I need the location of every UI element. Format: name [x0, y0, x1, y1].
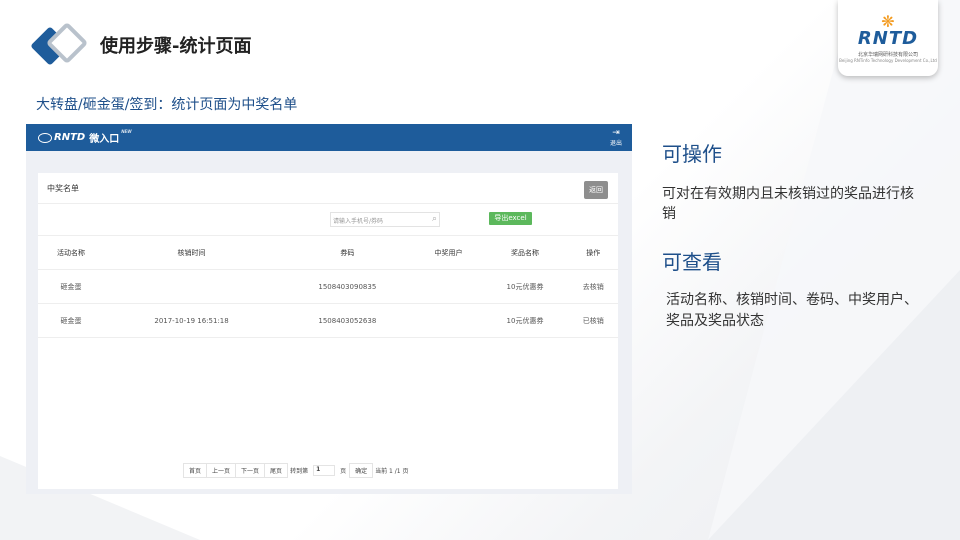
panel-header: 中奖名单 返回 — [38, 173, 618, 203]
table-row: 砸金蛋 1508403090835 10元优惠券 去核销 — [38, 269, 618, 304]
slide-title-row: 使用步骤-统计页面 — [30, 21, 252, 68]
winner-list-panel: 中奖名单 返回 请输入手机号/券码 ⌕ 导出excel 活动名称 核销时间 券码… — [38, 173, 618, 489]
winner-table: 活动名称 核销时间 券码 中奖用户 奖品名称 操作 砸金蛋 1508403090… — [38, 235, 618, 338]
pagination: 首页 上一页 下一页 尾页 转到第 1 页 确定 当前 1 /1 页 — [183, 463, 412, 478]
table-row: 砸金蛋 2017-10-19 16:51:18 1508403052638 10… — [38, 303, 618, 338]
brand-subtitle-en: Beijing RNTinfo Technology Development C… — [839, 57, 937, 63]
column-header: 操作 — [586, 248, 601, 257]
cell-activity: 砸金蛋 — [60, 316, 82, 325]
cell-prize: 10元优惠券 — [506, 316, 544, 325]
title-diamond-icon — [30, 21, 90, 68]
app-screenshot: RNTD 微入口 NEW ⇥ 退出 中奖名单 返回 请输入手机号/券码 ⌕ 导出… — [26, 124, 632, 494]
app-logo[interactable]: RNTD 微入口 NEW — [38, 129, 132, 145]
app-logo-cn: 微入口 — [89, 134, 120, 145]
first-page-button[interactable]: 首页 — [183, 463, 208, 478]
cell-redeem-time: 2017-10-19 16:51:18 — [154, 316, 229, 325]
cell-activity: 砸金蛋 — [60, 282, 82, 291]
jump-label: 转到第 — [290, 468, 309, 475]
cell-user — [416, 304, 482, 338]
last-page-button[interactable]: 尾页 — [264, 463, 289, 478]
brand-subtitle: 北京华瑞网研科技有限公司 — [857, 51, 918, 58]
table-header-row: 活动名称 核销时间 券码 中奖用户 奖品名称 操作 — [38, 235, 618, 270]
column-header: 中奖用户 — [434, 248, 463, 257]
back-button[interactable]: 返回 — [584, 181, 608, 199]
prev-page-button[interactable]: 上一页 — [206, 463, 237, 478]
view-heading: 可查看 — [662, 250, 722, 274]
export-excel-button[interactable]: 导出excel — [489, 212, 532, 225]
cell-code: 1508403052638 — [318, 316, 377, 325]
operate-text: 可对在有效期内且未核销过的奖品进行核销 — [662, 186, 914, 222]
confirm-jump-button[interactable]: 确定 — [349, 463, 374, 478]
current-page-info: 当前 1 /1 页 — [375, 468, 409, 475]
page-jump-input[interactable]: 1 — [313, 465, 336, 476]
cell-code: 1508403090835 — [318, 282, 377, 291]
search-row: 请输入手机号/券码 ⌕ 导出excel — [38, 203, 618, 235]
panel-title: 中奖名单 — [47, 183, 79, 193]
app-logo-text: RNTD — [54, 132, 86, 143]
column-header: 活动名称 — [56, 248, 85, 257]
search-icon[interactable]: ⌕ — [432, 214, 437, 224]
app-header: RNTD 微入口 NEW ⇥ 退出 — [26, 124, 632, 151]
cell-status: 已核销 — [582, 316, 604, 325]
column-header: 券码 — [340, 248, 355, 257]
operate-heading: 可操作 — [662, 142, 722, 166]
redeem-action-link[interactable]: 去核销 — [568, 270, 618, 304]
search-input[interactable]: 请输入手机号/券码 ⌕ — [330, 212, 440, 227]
new-badge: NEW — [121, 129, 132, 134]
view-text: 活动名称、核销时间、卷码、中奖用户、奖品及奖品状态 — [666, 292, 918, 329]
cell-redeem-time — [104, 270, 279, 304]
logout-label: 退出 — [609, 139, 622, 147]
cell-prize: 10元优惠券 — [506, 282, 544, 291]
brand-logo: ❋ RNTD 北京华瑞网研科技有限公司 Beijing RNTinfo Tech… — [838, 0, 938, 76]
search-placeholder: 请输入手机号/券码 — [333, 218, 384, 225]
page-unit: 页 — [340, 468, 347, 475]
slide-subtitle: 大转盘/砸金蛋/签到：统计页面为中奖名单 — [36, 97, 298, 113]
column-header: 奖品名称 — [510, 248, 539, 257]
column-header: 核销时间 — [177, 248, 206, 257]
cell-user — [416, 270, 482, 304]
next-page-button[interactable]: 下一页 — [235, 463, 266, 478]
logout-button[interactable]: ⇥ 退出 — [609, 127, 622, 147]
slide-title: 使用步骤-统计页面 — [100, 36, 252, 57]
brand-name: RNTD — [857, 27, 919, 49]
globe-icon — [38, 132, 52, 143]
logout-icon: ⇥ — [612, 127, 620, 138]
